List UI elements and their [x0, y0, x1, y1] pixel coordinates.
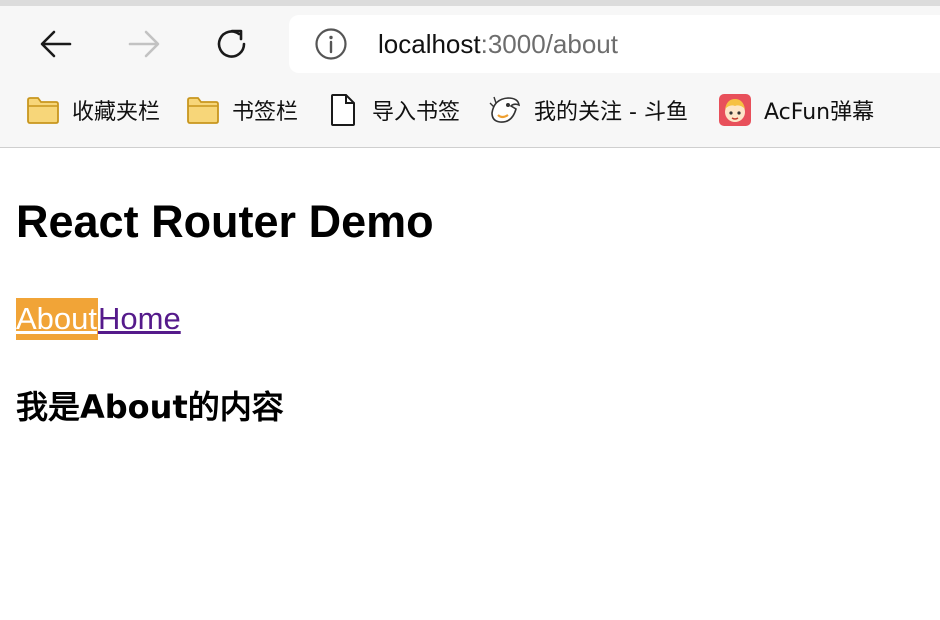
router-nav: About Home: [16, 298, 181, 340]
forward-button[interactable]: [122, 22, 166, 66]
browser-chrome: localhost:3000/about 收藏夹栏 书签栏 导入书签 我的关注 …: [0, 0, 940, 148]
about-link[interactable]: About: [16, 298, 99, 340]
back-button[interactable]: [34, 22, 78, 66]
reload-button[interactable]: [210, 22, 254, 66]
url-host: localhost: [378, 28, 481, 59]
bookmark-bookmarks-bar[interactable]: 书签栏: [180, 88, 304, 132]
acfun-icon: [718, 93, 752, 127]
bookmark-label: 导入书签: [372, 100, 461, 125]
reload-icon: [217, 29, 246, 58]
folder-icon: [26, 93, 60, 127]
route-content-heading: 我是About的内容: [16, 388, 284, 426]
bookmark-label: 书签栏: [232, 100, 299, 125]
bookmarks-bar: 收藏夹栏 书签栏 导入书签 我的关注 - 斗鱼 AcFun弹幕: [0, 86, 940, 134]
window-top-edge: [0, 0, 940, 6]
info-icon[interactable]: [313, 26, 349, 62]
address-bar[interactable]: localhost:3000/about: [289, 15, 940, 73]
bookmark-label: 收藏夹栏: [72, 100, 161, 125]
url-path: :3000/about: [480, 28, 618, 59]
bookmark-douyu[interactable]: 我的关注 - 斗鱼: [482, 88, 694, 132]
folder-icon: [186, 93, 220, 127]
url-text[interactable]: localhost:3000/about: [378, 29, 618, 60]
arrow-right-icon: [128, 30, 160, 58]
page-title: React Router Demo: [16, 196, 434, 247]
document-icon: [326, 93, 360, 127]
home-link[interactable]: Home: [98, 298, 181, 340]
bookmark-label: AcFun弹幕: [763, 100, 875, 125]
bookmark-import[interactable]: 导入书签: [320, 88, 466, 132]
bookmark-favorites-bar[interactable]: 收藏夹栏: [20, 88, 166, 132]
bookmark-label: 我的关注 - 斗鱼: [534, 100, 688, 125]
bookmark-acfun[interactable]: AcFun弹幕: [712, 88, 880, 132]
arrow-left-icon: [40, 30, 72, 58]
douyu-icon: [488, 93, 522, 127]
